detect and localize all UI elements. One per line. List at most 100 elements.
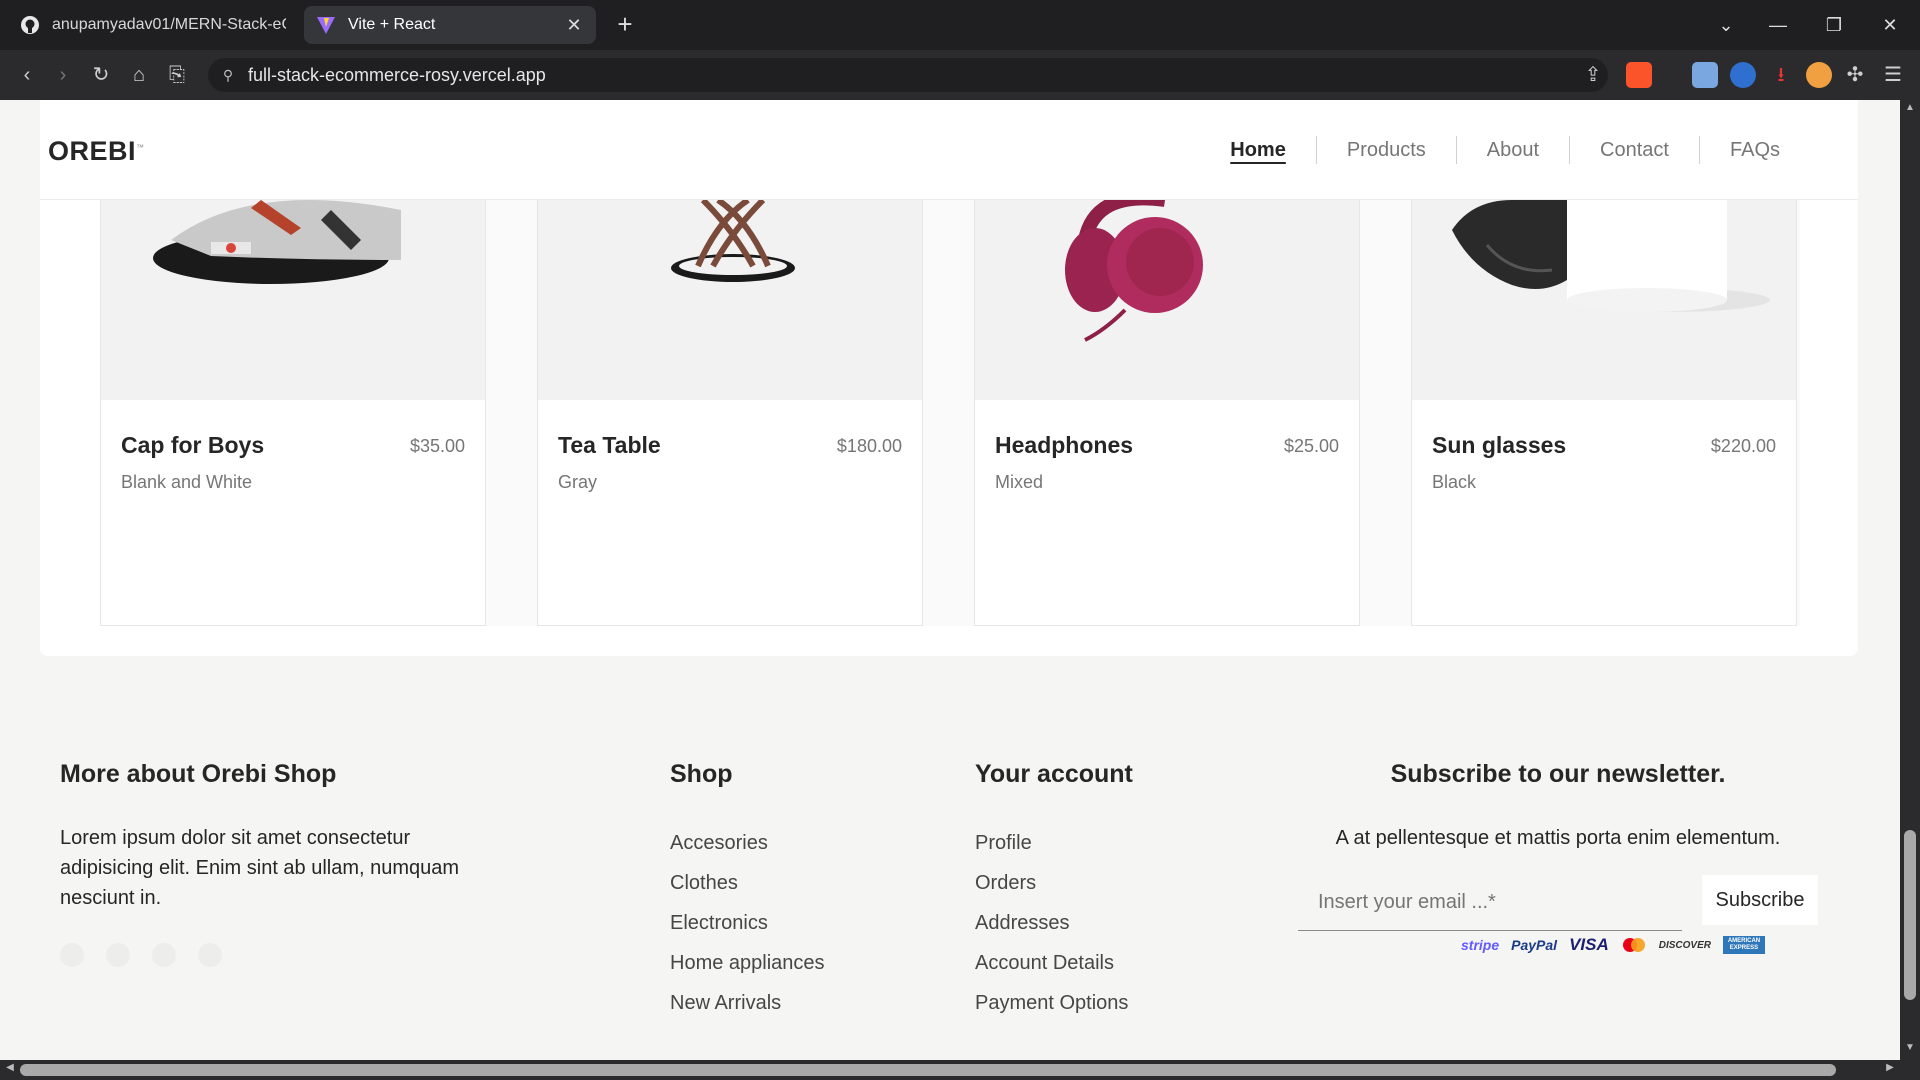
tab-vite-react[interactable]: Vite + React ✕	[304, 6, 596, 44]
bookmark-icon[interactable]: ⎘	[164, 62, 190, 88]
product-price: $35.00	[409, 436, 465, 456]
scrollbar-thumb[interactable]	[1904, 830, 1916, 1000]
new-tab-button[interactable]: +	[612, 11, 638, 38]
download-icon[interactable]: ⭳	[1768, 62, 1794, 88]
product-color: Black	[1432, 472, 1477, 492]
product-name: Tea Table	[558, 432, 661, 458]
scroll-right-icon[interactable]: ▶	[1882, 1062, 1898, 1078]
horizontal-scrollbar[interactable]: ◀ ▶	[0, 1060, 1920, 1080]
share-icon[interactable]: ⇪	[1580, 62, 1606, 88]
footer-link-orders[interactable]: Orders	[975, 863, 1133, 903]
footer-about: More about Orebi Shop Lorem ipsum dolor …	[60, 656, 480, 967]
extensions-puzzle-icon[interactable]: ✣	[1842, 62, 1868, 88]
site-logo[interactable]: OREBI™	[48, 136, 145, 167]
subscribe-button[interactable]: Subscribe	[1702, 875, 1818, 925]
scroll-down-icon[interactable]: ▼	[1900, 1042, 1920, 1058]
footer-link-account-details[interactable]: Account Details	[975, 943, 1133, 983]
product-image-tea-table	[538, 200, 922, 400]
nav-about[interactable]: About	[1455, 136, 1569, 164]
product-name: Sun glasses	[1432, 432, 1567, 458]
product-image-cap	[101, 200, 485, 400]
nav-faqs[interactable]: FAQs	[1698, 136, 1810, 164]
home-icon[interactable]: ⌂	[126, 62, 152, 88]
site-header: OREBI™ Home Products About Contact FAQs	[40, 100, 1858, 200]
scrollbar-thumb[interactable]	[20, 1064, 1836, 1076]
extension-icon[interactable]	[1692, 62, 1718, 88]
footer-newsletter: Subscribe to our newsletter. A at pellen…	[1298, 656, 1818, 955]
browser-tab-bar: anupamyadav01/MERN-Stack-eCom Vite + Rea…	[0, 0, 1920, 50]
product-card[interactable]: Headphones $25.00 Mixed	[974, 200, 1360, 626]
url-text: full-stack-ecommerce-rosy.vercel.app	[248, 64, 546, 85]
newsletter-form: Subscribe	[1298, 875, 1818, 931]
visa-logo: VISA	[1569, 935, 1609, 954]
footer-shop-links: Accesories Clothes Electronics Home appl…	[670, 823, 825, 1023]
footer-account: Your account Profile Orders Addresses Ac…	[975, 656, 1133, 1023]
close-window-button[interactable]: ✕	[1870, 10, 1910, 40]
footer-shop-title: Shop	[670, 760, 733, 788]
scroll-up-icon[interactable]: ▲	[1900, 102, 1920, 118]
stripe-logo: stripe	[1461, 937, 1500, 953]
footer-link-new-arrivals[interactable]: New Arrivals	[670, 983, 825, 1023]
newsletter-title: Subscribe to our newsletter.	[1390, 760, 1726, 788]
back-icon[interactable]: ‹	[14, 62, 40, 88]
product-image-sunglasses	[1412, 200, 1796, 400]
extension-icon[interactable]	[1806, 62, 1832, 88]
amex-logo: AMERICAN EXPRESS	[1722, 936, 1765, 954]
linkedin-icon[interactable]	[198, 943, 222, 967]
page-viewport: OREBI™ Home Products About Contact FAQs	[0, 100, 1900, 1060]
nav-home[interactable]: Home	[1200, 136, 1316, 164]
product-grid: Cap for Boys $35.00 Blank and White Tea …	[100, 200, 1800, 626]
footer-shop: Shop Accesories Clothes Electronics Home…	[670, 656, 825, 1023]
reload-icon[interactable]: ↻	[88, 62, 114, 88]
footer-link-profile[interactable]: Profile	[975, 823, 1133, 863]
github-icon[interactable]	[106, 943, 130, 967]
tab-title: anupamyadav01/MERN-Stack-eCom	[52, 16, 286, 33]
footer-link-clothes[interactable]: Clothes	[670, 863, 825, 903]
facebook-icon[interactable]	[152, 943, 176, 967]
newsletter-text: A at pellentesque et mattis porta enim e…	[1335, 827, 1781, 849]
close-tab-icon[interactable]: ✕	[564, 15, 584, 35]
product-card[interactable]: Tea Table $180.00 Gray	[537, 200, 923, 626]
extension-icon[interactable]	[1730, 62, 1756, 88]
product-price: $220.00	[1710, 436, 1776, 456]
footer-link-addresses[interactable]: Addresses	[975, 903, 1133, 943]
footer-link-payment-options[interactable]: Payment Options	[975, 983, 1133, 1023]
tab-title: Vite + React	[348, 16, 436, 33]
nav-products[interactable]: Products	[1315, 136, 1456, 164]
scroll-left-icon[interactable]: ◀	[2, 1062, 18, 1078]
nav-contact[interactable]: Contact	[1569, 136, 1699, 164]
footer-link-electronics[interactable]: Electronics	[670, 903, 825, 943]
tab-search-icon[interactable]: ⌄	[1706, 10, 1746, 40]
vertical-scrollbar[interactable]: ▲ ▼	[1900, 100, 1920, 1060]
restore-button[interactable]: ❐	[1814, 10, 1854, 40]
menu-icon[interactable]: ☰	[1880, 62, 1906, 88]
product-card[interactable]: Sun glasses $220.00 Black	[1411, 200, 1797, 626]
payment-logos: stripe PayPal VISA DISCOVER AMERICAN EXP…	[1298, 935, 1818, 955]
brave-shield-icon[interactable]	[1626, 62, 1652, 88]
site-footer: More about Orebi Shop Lorem ipsum dolor …	[40, 656, 1858, 1060]
paypal-logo: PayPal	[1511, 937, 1558, 953]
discover-logo: DISCOVER	[1658, 939, 1711, 951]
product-price: $25.00	[1283, 436, 1339, 456]
minimize-button[interactable]: —	[1758, 10, 1798, 40]
browser-toolbar: ‹ › ↻ ⌂ ⎘ ⚲ full-stack-ecommerce-rosy.ve…	[0, 50, 1920, 100]
product-card[interactable]: Cap for Boys $35.00 Blank and White	[100, 200, 486, 626]
tab-github[interactable]: anupamyadav01/MERN-Stack-eCom	[8, 6, 298, 44]
vite-icon	[316, 15, 336, 35]
footer-link-accesories[interactable]: Accesories	[670, 823, 825, 863]
product-color: Mixed	[995, 472, 1044, 492]
newsletter-email-input[interactable]	[1298, 875, 1682, 931]
product-price: $180.00	[836, 436, 902, 456]
youtube-icon[interactable]	[60, 943, 84, 967]
product-color: Gray	[558, 472, 598, 492]
site-info-icon[interactable]: ⚲	[208, 67, 248, 84]
github-icon	[20, 15, 40, 35]
footer-account-title: Your account	[975, 760, 1133, 788]
address-bar[interactable]: ⚲ full-stack-ecommerce-rosy.vercel.app	[208, 58, 1608, 92]
product-image-headphones	[975, 200, 1359, 400]
footer-about-title: More about Orebi Shop	[60, 760, 337, 788]
footer-link-home-appliances[interactable]: Home appliances	[670, 943, 825, 983]
mastercard-logo	[1621, 937, 1647, 953]
forward-icon[interactable]: ›	[50, 62, 76, 88]
main-content: OREBI™ Home Products About Contact FAQs	[40, 100, 1858, 656]
